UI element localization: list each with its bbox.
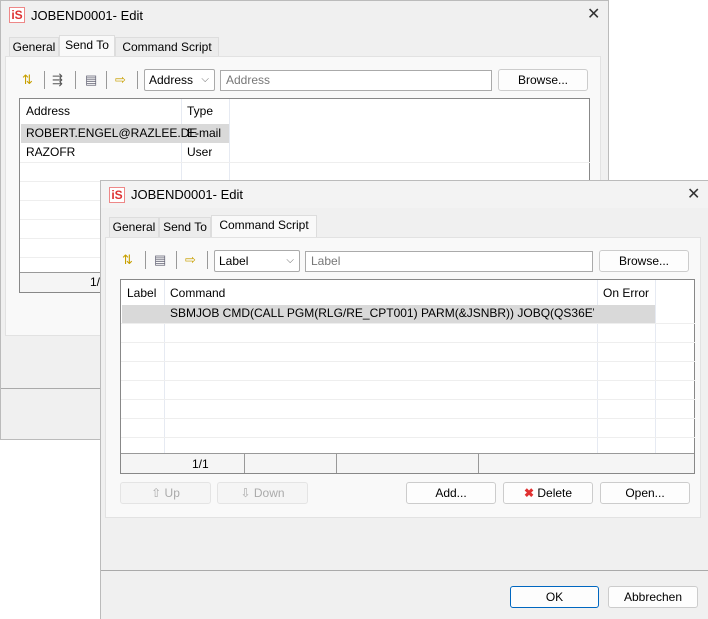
table-row-address[interactable]: RAZOFR: [20, 143, 75, 162]
down-button[interactable]: ⇩ Down: [217, 482, 308, 504]
filter-input[interactable]: Address: [220, 70, 492, 91]
table-row-address[interactable]: ROBERT.ENGEL@RAZLEE.DE: [20, 124, 197, 143]
back-title: JOBEND0001- Edit: [31, 7, 143, 23]
chevron-down-icon: ⌵: [201, 74, 209, 85]
filter-select[interactable]: Label ⌵: [214, 250, 300, 272]
ok-button[interactable]: OK: [510, 586, 599, 608]
filter-select[interactable]: Address ⌵: [144, 69, 215, 91]
chevron-down-icon: ⌵: [286, 255, 294, 266]
tab-general[interactable]: General: [109, 217, 159, 237]
open-button[interactable]: Open...: [600, 482, 690, 504]
up-label: Up: [164, 486, 180, 500]
close-icon[interactable]: ✕: [687, 184, 700, 204]
insert-icon[interactable]: ⇶: [52, 72, 63, 88]
tab-send-to[interactable]: Send To: [159, 217, 211, 237]
arrow-down-icon: ⇩: [240, 486, 251, 500]
browse-button[interactable]: Browse...: [498, 69, 588, 91]
column-header-type[interactable]: Type: [181, 102, 213, 121]
close-icon[interactable]: ✕: [587, 4, 600, 24]
tab-command-script[interactable]: Command Script: [115, 37, 219, 57]
column-header-label[interactable]: Label: [121, 284, 156, 303]
move-up-down-icon[interactable]: ⇅: [122, 252, 133, 268]
column-header-address[interactable]: Address: [20, 102, 70, 121]
add-button[interactable]: Add...: [406, 482, 496, 504]
command-script-table[interactable]: Label Command On Error SBMJOB CMD(CALL P…: [120, 279, 695, 474]
pager-label: 1/: [90, 275, 101, 289]
table-row-type[interactable]: User: [181, 143, 212, 162]
table-icon[interactable]: ▤: [154, 252, 166, 268]
front-title-bar: iS JOBEND0001- Edit: [101, 181, 708, 208]
app-logo-icon: iS: [109, 186, 125, 203]
down-label: Down: [253, 486, 285, 500]
table-row-command[interactable]: SBMJOB CMD(CALL PGM(RLG/RE_CPT001) PARM(…: [164, 304, 594, 323]
cancel-button[interactable]: Abbrechen: [608, 586, 698, 608]
filter-input[interactable]: Label: [305, 251, 593, 272]
filter-select-value: Address: [149, 73, 194, 87]
front-dialog: iS JOBEND0001- Edit ✕ General Send To Co…: [100, 180, 708, 619]
goto-icon[interactable]: ⇨: [185, 252, 196, 268]
tab-general[interactable]: General: [9, 37, 59, 57]
front-title: JOBEND0001- Edit: [131, 187, 243, 202]
pager-label: 1/1: [192, 457, 209, 471]
goto-icon[interactable]: ⇨: [115, 72, 126, 88]
app-logo-icon: iS: [9, 7, 25, 23]
column-header-command[interactable]: Command: [164, 284, 225, 303]
browse-button[interactable]: Browse...: [599, 250, 689, 272]
filter-select-value: Label: [219, 254, 249, 268]
up-button[interactable]: ⇧ Up: [120, 482, 211, 504]
delete-button[interactable]: ✖ Delete: [503, 482, 593, 504]
table-row-type[interactable]: E-mail: [181, 124, 221, 143]
move-up-down-icon[interactable]: ⇅: [22, 72, 33, 88]
back-title-bar: iS JOBEND0001- Edit: [1, 1, 608, 29]
arrow-up-icon: ⇧: [151, 486, 162, 500]
tab-command-script[interactable]: Command Script: [211, 215, 317, 237]
tab-send-to[interactable]: Send To: [59, 35, 115, 57]
table-icon[interactable]: ▤: [85, 72, 97, 88]
delete-label: Delete: [537, 486, 573, 500]
column-header-on-error[interactable]: On Error: [597, 284, 649, 303]
delete-x-icon: ✖: [523, 486, 535, 500]
